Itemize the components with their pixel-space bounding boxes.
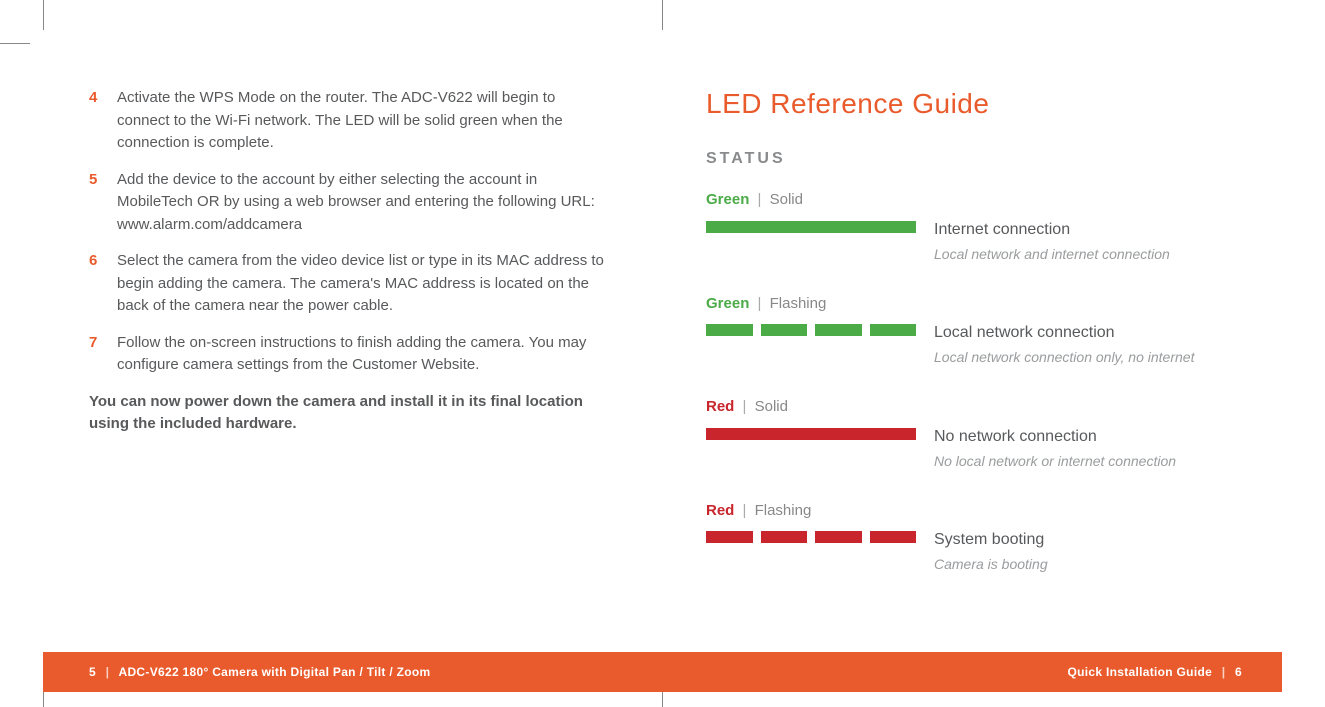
led-desc-title: Local network connection	[934, 321, 1194, 345]
led-desc-sub: Local network and internet connection	[934, 244, 1170, 265]
footer-right-title: Quick Installation Guide	[1068, 665, 1213, 679]
step-text: Select the camera from the video device …	[117, 250, 606, 318]
led-desc-title: No network connection	[934, 425, 1176, 449]
separator: |	[106, 665, 110, 679]
led-color-name: Red	[706, 502, 734, 519]
led-mode: Solid	[770, 191, 803, 208]
separator: |	[743, 502, 747, 519]
led-label: Green | Solid	[706, 189, 1241, 212]
separator: |	[1222, 665, 1226, 679]
led-bar-icon	[706, 221, 916, 233]
step-number: 6	[89, 250, 117, 318]
step-text: Follow the on-screen instructions to fin…	[117, 332, 606, 377]
footer-right-page-num: 6	[1235, 665, 1242, 679]
status-heading: STATUS	[706, 147, 1241, 171]
page-5: 4 Activate the WPS Mode on the router. T…	[43, 43, 662, 675]
led-desc-title: System booting	[934, 528, 1048, 552]
step-number: 7	[89, 332, 117, 377]
step-number: 5	[89, 169, 117, 237]
led-entry-green-flashing: Green | Flashing Local network connectio…	[706, 293, 1241, 369]
closing-note: You can now power down the camera and in…	[89, 391, 606, 436]
led-bar-flash-icon	[706, 324, 916, 336]
separator: |	[758, 191, 762, 208]
led-color-name: Green	[706, 191, 749, 208]
step-7: 7 Follow the on-screen instructions to f…	[89, 332, 606, 377]
footer-bar: 5 | ADC-V622 180° Camera with Digital Pa…	[43, 652, 1282, 692]
instruction-steps: 4 Activate the WPS Mode on the router. T…	[89, 87, 606, 377]
led-entry-green-solid: Green | Solid Internet connection Local …	[706, 189, 1241, 265]
led-desc-sub: No local network or internet connection	[934, 451, 1176, 472]
step-5: 5 Add the device to the account by eithe…	[89, 169, 606, 237]
document-spread: 4 Activate the WPS Mode on the router. T…	[43, 43, 1282, 675]
step-text: Activate the WPS Mode on the router. The…	[117, 87, 606, 155]
page-6: LED Reference Guide STATUS Green | Solid…	[662, 43, 1281, 675]
led-desc-title: Internet connection	[934, 218, 1170, 242]
led-entry-red-solid: Red | Solid No network connection No loc…	[706, 396, 1241, 472]
led-label: Red | Solid	[706, 396, 1241, 419]
led-mode: Solid	[755, 398, 788, 415]
step-6: 6 Select the camera from the video devic…	[89, 250, 606, 318]
led-entry-red-flashing: Red | Flashing System booting Camera is …	[706, 500, 1241, 576]
footer-left: 5 | ADC-V622 180° Camera with Digital Pa…	[89, 663, 430, 681]
footer-left-title: ADC-V622 180° Camera with Digital Pan / …	[119, 665, 431, 679]
led-desc-sub: Local network connection only, no intern…	[934, 347, 1194, 368]
led-mode: Flashing	[770, 295, 827, 312]
step-4: 4 Activate the WPS Mode on the router. T…	[89, 87, 606, 155]
led-color-name: Green	[706, 295, 749, 312]
separator: |	[743, 398, 747, 415]
footer-right: Quick Installation Guide | 6	[1068, 663, 1243, 681]
led-label: Red | Flashing	[706, 500, 1241, 523]
step-number: 4	[89, 87, 117, 155]
led-desc-sub: Camera is booting	[934, 554, 1048, 575]
led-bar-icon	[706, 428, 916, 440]
led-color-name: Red	[706, 398, 734, 415]
step-text: Add the device to the account by either …	[117, 169, 606, 237]
footer-left-page-num: 5	[89, 665, 96, 679]
led-mode: Flashing	[755, 502, 812, 519]
led-bar-flash-icon	[706, 531, 916, 543]
page-title: LED Reference Guide	[706, 83, 1241, 125]
separator: |	[758, 295, 762, 312]
led-label: Green | Flashing	[706, 293, 1241, 316]
